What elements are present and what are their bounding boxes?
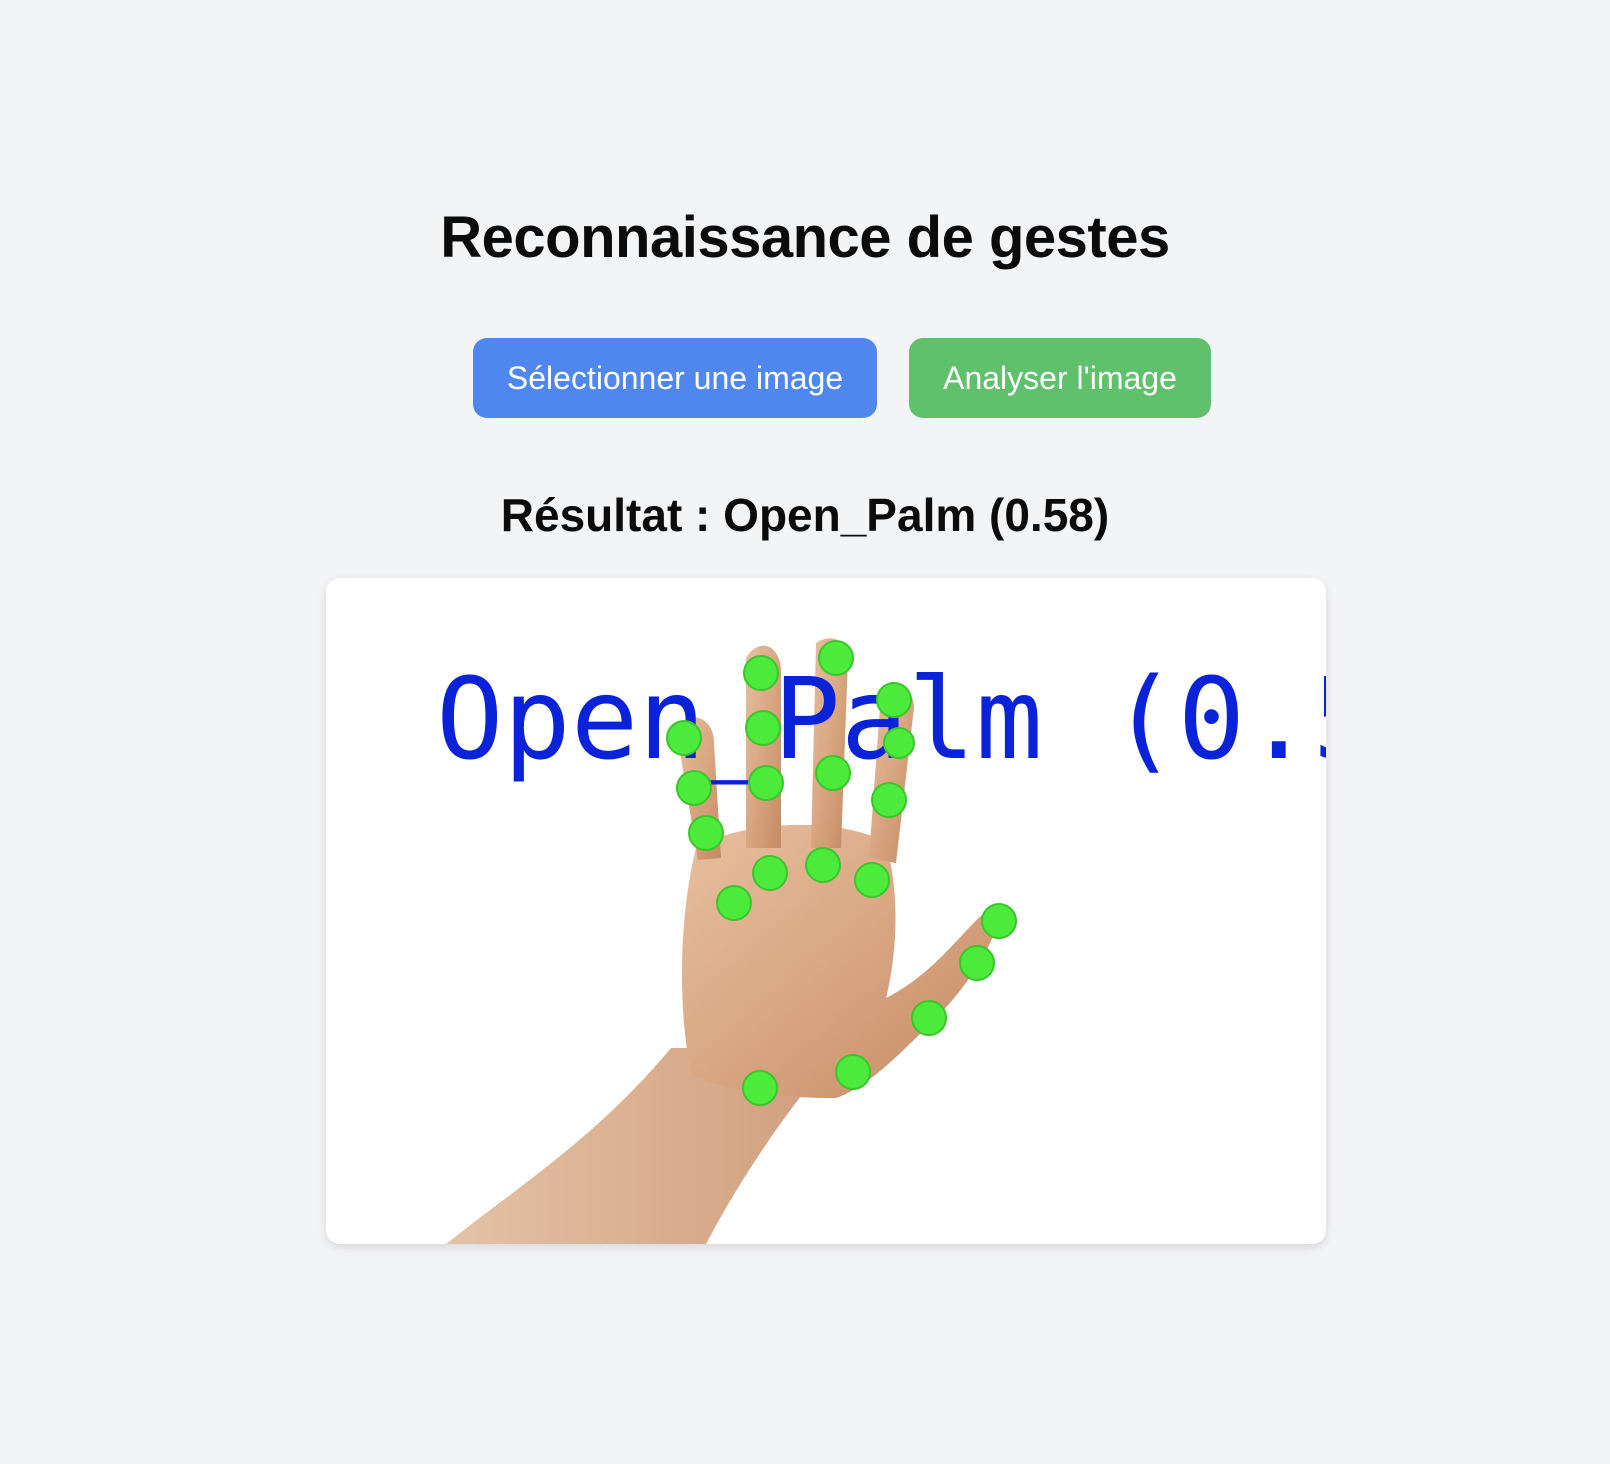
landmark-point: [748, 765, 784, 801]
landmark-point: [883, 727, 915, 759]
landmark-point: [911, 1000, 947, 1036]
result-text: Résultat : Open_Palm (0.58): [500, 489, 1110, 541]
landmark-point: [688, 815, 724, 851]
analyze-image-button[interactable]: Analyser l'image: [909, 338, 1211, 418]
landmark-point: [981, 903, 1017, 939]
landmark-point: [745, 710, 781, 746]
landmark-point: [676, 770, 712, 806]
landmark-point: [876, 682, 912, 718]
landmark-point: [959, 945, 995, 981]
landmark-point: [818, 640, 854, 676]
page: Reconnaissance de gestes Sélectionner un…: [0, 0, 1610, 1464]
result-image-card: Open_Palm (0.58): [326, 578, 1326, 1244]
landmark-point: [854, 862, 890, 898]
landmark-point: [716, 885, 752, 921]
select-image-button[interactable]: Sélectionner une image: [473, 338, 877, 418]
overlay-label: Open_Palm (0.58): [436, 655, 1326, 785]
landmark-point: [805, 847, 841, 883]
page-title: Reconnaissance de gestes: [440, 205, 1170, 270]
landmark-point: [742, 1070, 778, 1106]
landmark-point: [752, 855, 788, 891]
result-image: Open_Palm (0.58): [326, 578, 1326, 1244]
landmark-point: [871, 782, 907, 818]
landmark-point: [743, 655, 779, 691]
landmark-point: [815, 755, 851, 791]
landmark-point: [835, 1054, 871, 1090]
landmark-point: [666, 720, 702, 756]
